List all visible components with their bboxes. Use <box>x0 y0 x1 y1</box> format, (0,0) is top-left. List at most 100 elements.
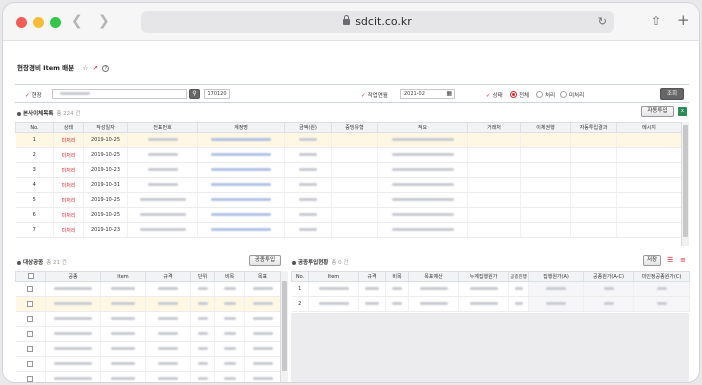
address-bar[interactable]: sdcit.co.kr ↻ <box>141 11 614 33</box>
star-icon[interactable]: ☆ <box>82 64 88 72</box>
row-checkbox[interactable] <box>27 345 34 352</box>
status-all-radio[interactable] <box>510 91 517 98</box>
col-target[interactable]: 목표 <box>244 271 281 282</box>
status-unprocessed-label[interactable]: 미처리 <box>569 91 584 99</box>
select-all-checkbox[interactable] <box>27 273 34 280</box>
col-cumulative-cost[interactable]: 누계집행원가 <box>458 271 509 282</box>
row-bank <box>520 207 571 223</box>
col-exec-cost[interactable]: 집행원가(A) <box>528 271 584 282</box>
col-no[interactable]: No. <box>15 122 54 133</box>
status-processed-label[interactable]: 처리 <box>545 91 555 99</box>
table-row[interactable]: 4 미처리 2019-10-31 <box>15 177 682 193</box>
table-row[interactable] <box>15 371 281 382</box>
excel-icon[interactable]: x <box>678 107 687 116</box>
col-vendor[interactable]: 거래처 <box>467 122 521 133</box>
close-window-dot[interactable] <box>16 17 27 28</box>
table-row[interactable] <box>15 311 281 327</box>
status-processed-radio[interactable] <box>536 91 543 98</box>
row-checkbox[interactable] <box>27 360 34 367</box>
table-row[interactable] <box>15 326 281 342</box>
transfer-table: No. 상태 작성일자 전표번호 계정명 금액(원) 증빙유형 적요 거래처 이… <box>15 122 682 238</box>
table-row[interactable]: 6 미처리 2019-10-25 <box>15 207 682 223</box>
col-item[interactable]: Item <box>100 271 146 282</box>
search-button[interactable]: 조회 <box>660 88 684 100</box>
col-progress[interactable]: 공종진행 <box>508 271 529 282</box>
table-row[interactable]: 7 미처리 2019-10-23 <box>15 222 682 238</box>
site-code-field[interactable]: 170120 <box>204 89 230 99</box>
col-spec[interactable]: 규격 <box>358 271 386 282</box>
reload-icon[interactable]: ↻ <box>598 15 607 29</box>
col-unrecognized-cost[interactable]: 미인정공종원가(C) <box>633 271 690 282</box>
row-summary <box>377 132 468 148</box>
row-date: 2019-10-23 <box>83 222 128 238</box>
share-icon[interactable]: ⇧ <box>651 14 661 28</box>
col-target-budget[interactable]: 목표예산 <box>408 271 459 282</box>
scroll-thumb[interactable] <box>282 281 287 371</box>
col-unit[interactable]: 단위 <box>190 271 215 282</box>
table-row[interactable] <box>15 296 281 312</box>
row-amount <box>284 222 332 238</box>
col-check[interactable] <box>15 271 46 282</box>
table-row[interactable]: 3 미처리 2019-10-23 <box>15 162 682 178</box>
site-input[interactable] <box>52 89 187 99</box>
back-arrow-icon[interactable]: ❮ <box>71 11 83 31</box>
row-auto-result <box>570 147 617 163</box>
col-work-cost[interactable]: 공종원가(A-C) <box>583 271 634 282</box>
col-summary[interactable]: 적요 <box>377 122 468 133</box>
scroll-thumb[interactable] <box>683 125 688 237</box>
row-checkbox[interactable] <box>27 315 34 322</box>
row-bank <box>520 132 571 148</box>
col-account[interactable]: 계정명 <box>197 122 285 133</box>
col-amount[interactable]: 금액(원) <box>284 122 332 133</box>
col-auto-result[interactable]: 자동투입결과 <box>570 122 617 133</box>
help-icon[interactable]: ? <box>102 65 110 72</box>
status-all-label[interactable]: 전체 <box>519 91 529 99</box>
col-work[interactable]: 공종 <box>45 271 101 282</box>
table-row[interactable] <box>15 281 281 297</box>
forward-arrow-icon[interactable]: ❯ <box>98 11 110 31</box>
section3-title: 공종투입현황 총 0 건 <box>292 258 349 266</box>
work-input-button[interactable]: 공종투입 <box>249 255 281 266</box>
minimize-window-dot[interactable] <box>33 17 44 28</box>
col-voucher[interactable]: 전표번호 <box>127 122 198 133</box>
month-input[interactable]: 2021-02 ▦ <box>400 89 455 99</box>
col-date[interactable]: 작성일자 <box>83 122 128 133</box>
table-row[interactable]: 2 미처리 2019-10-25 <box>15 147 682 163</box>
col-status[interactable]: 상태 <box>53 122 84 133</box>
auto-input-button[interactable]: 자동투입 <box>641 106 674 117</box>
maximize-window-dot[interactable] <box>50 17 61 28</box>
col-evidence[interactable]: 증빙유형 <box>331 122 378 133</box>
row-checkbox[interactable] <box>27 285 34 292</box>
col-no[interactable]: No. <box>291 271 309 282</box>
calendar-icon[interactable]: ▦ <box>446 90 452 98</box>
col-cost-type[interactable]: 비목 <box>385 271 409 282</box>
table-row[interactable]: 1 미처리 2019-10-25 <box>15 132 682 148</box>
status-unprocessed-radio[interactable] <box>560 91 567 98</box>
transfer-table-scrollbar[interactable] <box>681 122 689 246</box>
table-row[interactable] <box>15 341 281 357</box>
col-spec[interactable]: 규격 <box>145 271 191 282</box>
add-row-icon[interactable]: ☰ <box>667 256 673 265</box>
new-tab-icon[interactable]: + <box>677 13 690 28</box>
row-auto-result <box>570 192 617 208</box>
table-row[interactable]: 5 미처리 2019-10-25 <box>15 192 682 208</box>
row-checkbox[interactable] <box>27 375 34 382</box>
browser-toolbar: ❮ ❯ sdcit.co.kr ↻ ⇧ + <box>3 3 699 41</box>
table-row[interactable] <box>15 356 281 372</box>
work-status-header: No. Item 규격 비목 목표예산 누계집행원가 공종진행 집행원가(A) … <box>291 271 690 282</box>
col-bank[interactable]: 이체권행 <box>520 122 571 133</box>
delete-row-icon[interactable]: ≡ <box>680 256 686 265</box>
col-item[interactable]: Item <box>308 271 359 282</box>
table-row[interactable]: 1 <box>291 281 690 297</box>
col-cost-type[interactable]: 비목 <box>214 271 245 282</box>
external-link-icon[interactable]: ↗ <box>92 64 97 72</box>
table-row[interactable]: 2 <box>291 296 690 312</box>
row-auto-result <box>570 222 617 238</box>
row-checkbox[interactable] <box>27 300 34 307</box>
row-checkbox[interactable] <box>27 330 34 337</box>
work-table-scrollbar[interactable] <box>280 271 288 382</box>
site-search-button[interactable]: ⚲ <box>189 89 200 99</box>
save-button[interactable]: 저장 <box>643 255 661 266</box>
work-table-header: 공종 Item 규격 단위 비목 목표 <box>15 271 281 282</box>
col-message[interactable]: 메시지 <box>616 122 682 133</box>
